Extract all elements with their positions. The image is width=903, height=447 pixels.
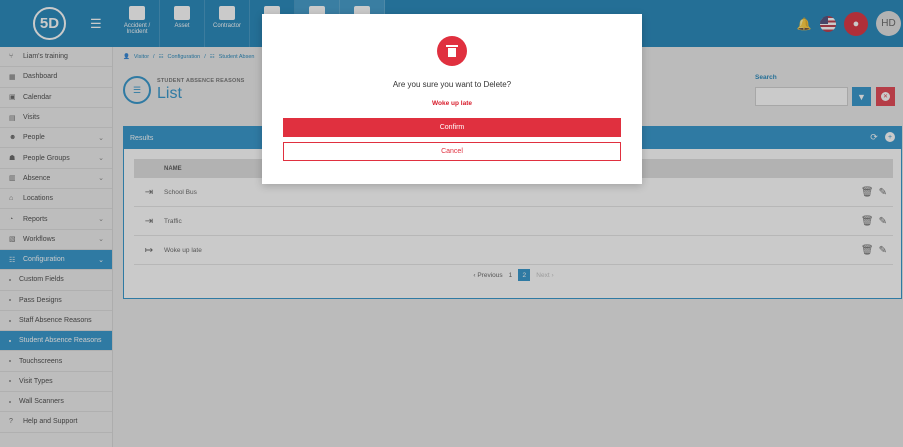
- dialog-question: Are you sure you want to Delete?: [392, 80, 512, 89]
- confirm-button[interactable]: Confirm: [283, 118, 621, 137]
- dialog-item-name: Woke up late: [432, 100, 472, 107]
- cancel-button[interactable]: Cancel: [283, 142, 621, 161]
- trash-icon: [437, 36, 467, 66]
- delete-confirm-dialog: Are you sure you want to Delete? Woke up…: [262, 14, 642, 184]
